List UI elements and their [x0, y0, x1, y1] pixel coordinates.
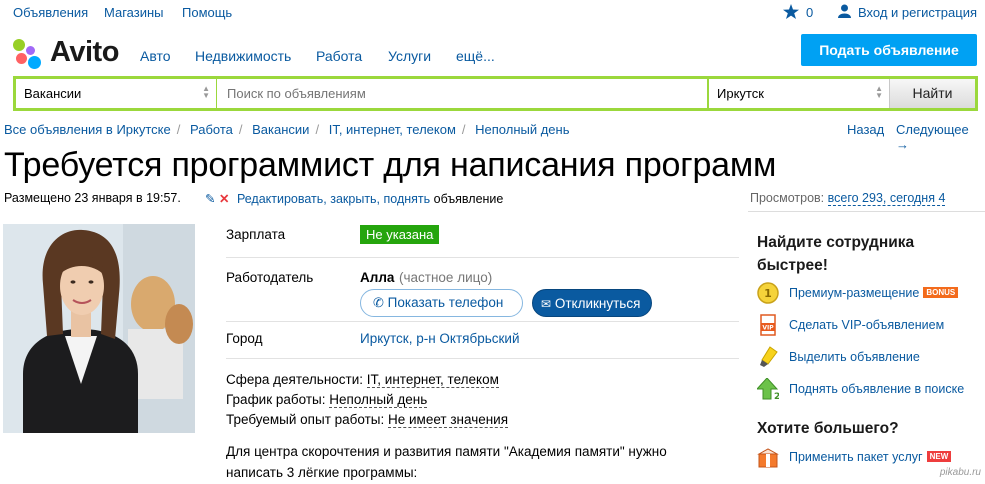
divider — [226, 358, 739, 359]
views-counter: Просмотров: всего 293, сегодня 4 — [750, 191, 946, 206]
service-label: Премиум-размещение — [789, 286, 920, 300]
sphere-label: Сфера деятельности: — [226, 372, 364, 387]
service-label: Сделать VIP-объявлением — [789, 318, 945, 332]
schedule-value[interactable]: Неполный день — [329, 392, 428, 408]
respond-label: Откликнуться — [554, 296, 641, 311]
top-link-help[interactable]: Помощь — [182, 5, 232, 20]
edit-suffix: объявление — [433, 192, 504, 206]
nav-more[interactable]: ещё... — [456, 48, 495, 64]
login-link[interactable]: Вход и регистрация — [858, 5, 977, 20]
divider — [226, 321, 739, 322]
service-label: Поднять объявление в поиске — [789, 382, 965, 396]
service-label: Выделить объявление — [789, 350, 920, 364]
nav-auto[interactable]: Авто — [140, 48, 171, 64]
employer-label: Работодатель — [226, 270, 314, 285]
promo-title: Найдите сотрудника быстрее! — [757, 234, 915, 274]
highlighter-icon — [760, 346, 778, 367]
bonus-tag: BONUS — [923, 287, 959, 298]
svg-text:1: 1 — [764, 287, 772, 300]
schedule-label: График работы: — [226, 392, 326, 407]
ad-photo[interactable] — [3, 224, 195, 433]
service-label: Применить пакет услуг — [789, 450, 923, 464]
premium-coin-icon: 1 — [757, 282, 779, 304]
edit-controls: ✎ ✕ Редактировать, закрыть, поднять объя… — [205, 191, 503, 206]
salary-label: Зарплата — [226, 227, 286, 242]
divider — [226, 257, 739, 258]
breadcrumb-item[interactable]: Неполный день — [475, 122, 569, 137]
lift-arrow-icon: 2 — [757, 378, 779, 400]
back-link[interactable]: Назад — [847, 122, 884, 137]
city-link[interactable]: Иркутск, р-н Октябрьский — [360, 331, 519, 346]
nav-realty[interactable]: Недвижимость — [195, 48, 291, 64]
svg-text:2: 2 — [774, 392, 779, 400]
city-value: Иркутск — [717, 86, 764, 101]
select-arrows-icon: ▲ ▼ — [202, 84, 210, 100]
pencil-icon[interactable]: ✎ — [205, 192, 215, 206]
favorites-count[interactable]: 0 — [806, 5, 813, 20]
next-link[interactable]: Следующее → — [896, 122, 985, 152]
envelope-icon: ✉ — [541, 297, 552, 311]
show-phone-button[interactable]: ✆ Показать телефон — [360, 289, 523, 317]
employer-name: Алла — [360, 270, 395, 285]
category-select[interactable]: Вакансии ▲ ▼ — [16, 79, 216, 108]
sphere-row: Сфера деятельности: IT, интернет, телеко… — [226, 372, 499, 388]
breadcrumb: Все объявления в Иркутске / Работа / Вакан… — [4, 122, 570, 137]
experience-value[interactable]: Не имеет значения — [388, 412, 509, 428]
select-arrows-icon: ▲ ▼ — [875, 84, 883, 100]
city-label: Город — [226, 331, 263, 346]
breadcrumb-item[interactable]: Вакансии — [252, 122, 309, 137]
page-title: Требуется программист для написания прог… — [4, 146, 777, 184]
sphere-value[interactable]: IT, интернет, телеком — [366, 372, 499, 388]
more-title: Хотите большего? — [757, 420, 899, 437]
posted-date: Размещено 23 января в 19:57. — [4, 191, 181, 205]
package-box-icon — [757, 448, 779, 468]
watermark: pikabu.ru — [939, 467, 981, 478]
search-input[interactable] — [217, 79, 707, 108]
respond-button[interactable]: ✉ Откликнуться — [532, 289, 652, 317]
top-bar: Объявления Магазины Помощь 0 Вход и реги… — [0, 0, 985, 24]
close-icon[interactable]: ✕ — [219, 192, 229, 206]
new-tag: NEW — [926, 451, 952, 462]
views-value[interactable]: всего 293, сегодня 4 — [827, 191, 946, 206]
logo-text: Avito — [50, 36, 119, 68]
vip-icon: VIP — [760, 314, 776, 336]
post-ad-button[interactable]: Подать объявление — [801, 34, 977, 66]
svg-text:VIP: VIP — [762, 325, 774, 332]
edit-link[interactable]: Редактировать, закрыть, поднять — [237, 192, 430, 206]
top-link-shops[interactable]: Магазины — [104, 5, 164, 20]
breadcrumb-item[interactable]: Работа — [190, 122, 233, 137]
experience-row: Требуемый опыт работы: Не имеет значения — [226, 412, 509, 428]
employer-type: (частное лицо) — [399, 270, 493, 285]
breadcrumb-item[interactable]: Все объявления в Иркутске — [4, 122, 171, 137]
breadcrumb-item[interactable]: IT, интернет, телеком — [329, 122, 456, 137]
top-link-ads[interactable]: Объявления — [13, 5, 88, 20]
search-bar: Вакансии ▲▼ Иркутск ▲▼ Найти — [13, 76, 978, 111]
salary-badge: Не указана — [360, 225, 440, 244]
sidebar-divider — [748, 211, 985, 212]
experience-label: Требуемый опыт работы: — [226, 412, 385, 427]
views-label: Просмотров: — [750, 191, 825, 205]
user-icon[interactable] — [838, 4, 851, 18]
ad-description: Для центра скорочтения и развития памяти… — [226, 444, 667, 480]
city-select[interactable]: Иркутск ▲ ▼ — [709, 79, 889, 108]
star-icon[interactable] — [783, 4, 799, 19]
nav-jobs[interactable]: Работа — [316, 48, 362, 64]
find-button[interactable]: Найти — [889, 79, 975, 108]
phone-icon: ✆ — [373, 295, 384, 310]
category-value: Вакансии — [24, 86, 82, 101]
show-phone-label: Показать телефон — [387, 295, 504, 310]
schedule-row: График работы: Неполный день — [226, 392, 428, 408]
nav-services[interactable]: Услуги — [388, 48, 431, 64]
